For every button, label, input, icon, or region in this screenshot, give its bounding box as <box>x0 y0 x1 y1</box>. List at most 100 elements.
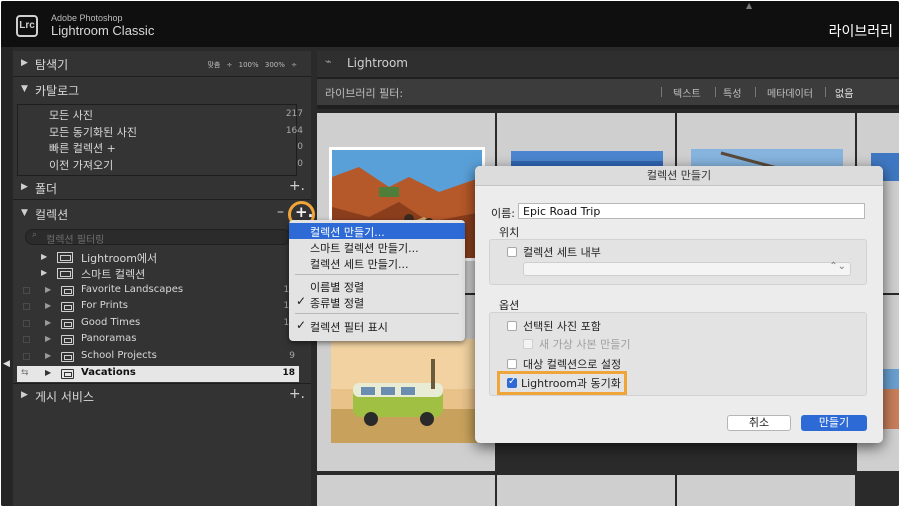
lrc-logo: Lrc <box>16 15 38 37</box>
expand-icon: ▶ <box>45 318 52 327</box>
collections-context-menu: 컬렉션 만들기... 스마트 컬렉션 만들기... 컬렉션 세트 만들기... … <box>289 220 465 341</box>
sync-checkbox[interactable] <box>23 320 30 327</box>
sync-checkbox[interactable] <box>23 287 30 294</box>
sync-checkbox[interactable] <box>23 353 30 360</box>
collection-icon <box>61 302 74 312</box>
collection-item[interactable]: ▶ For Prints 19 <box>17 299 299 315</box>
menu-item-create-collection[interactable]: 컬렉션 만들기... <box>289 223 465 239</box>
navigator-header[interactable]: ▶ 탐색기 맞춤 ÷ 100% 300% ÷ <box>13 53 311 75</box>
sync-checkbox[interactable] <box>23 336 30 343</box>
collection-group-smart[interactable]: ▶ 스마트 컬렉션 <box>41 266 281 282</box>
collection-icon <box>61 369 74 379</box>
collection-item-selected[interactable]: ⇆ ▶ Vacations 18 <box>17 366 299 382</box>
new-virtual-copies-label: 새 가상 사본 만들기 <box>539 338 631 351</box>
library-filter-label: 라이브러리 필터: <box>325 87 404 100</box>
collection-set-select[interactable]: ⌃⌄ <box>523 261 851 276</box>
catalog-item-all-synced[interactable]: 모든 동기화된 사진 164 <box>31 123 305 139</box>
catalog-item-previous-import[interactable]: 이전 가져오기 0 <box>31 156 305 172</box>
expand-icon: ▶ <box>45 351 52 360</box>
title-bar: Lrc Adobe Photoshop Lightroom Classic ▲ … <box>1 1 899 47</box>
catalog-item-quick-collection[interactable]: 빠른 컬렉션 + 0 <box>31 139 305 155</box>
menu-item-sort-by-name[interactable]: 이름별 정렬 <box>289 278 465 294</box>
collections-label: 컬렉션 <box>35 208 69 222</box>
catalog-item-all-photos[interactable]: 모든 사진 217 <box>31 106 305 122</box>
include-selected-checkbox[interactable] <box>507 321 517 331</box>
menu-item-create-smart-collection[interactable]: 스마트 컬렉션 만들기... <box>289 239 465 255</box>
create-button[interactable]: 만들기 <box>801 415 867 431</box>
divider <box>13 76 311 77</box>
divider <box>661 87 662 97</box>
menu-divider <box>295 274 459 275</box>
navigator-zoom-options[interactable]: 맞춤 ÷ 100% 300% ÷ <box>207 60 297 70</box>
collection-item[interactable]: ▶ Good Times 12 <box>17 316 299 332</box>
collection-item[interactable]: ▶ Panoramas 4 <box>17 332 299 348</box>
options-label: 옵션 <box>499 299 520 312</box>
collection-icon <box>61 319 74 329</box>
grid-cell[interactable] <box>317 475 495 506</box>
catalog-header[interactable]: ▼ 카탈로그 <box>13 79 311 101</box>
expand-icon: ▶ <box>41 252 48 261</box>
menu-divider <box>295 313 459 314</box>
source-tab-label[interactable]: Lightroom <box>347 56 408 70</box>
sync-with-lightroom-checkbox[interactable] <box>507 376 517 388</box>
left-edge-strip <box>1 47 13 506</box>
create-collection-dialog: 컬렉션 만들기 이름: 위치 컬렉션 세트 내부 ⌃⌄ 옵션 선택된 사진 포함… <box>475 166 883 443</box>
menu-item-create-collection-set[interactable]: 컬렉션 세트 만들기... <box>289 255 465 271</box>
collapse-icon: ▼ <box>21 84 28 94</box>
set-as-target-checkbox[interactable] <box>507 359 517 369</box>
collections-header[interactable]: ▼ 컬렉션 <box>13 203 311 225</box>
filter-tab-metadata[interactable]: 메타데이터 <box>767 85 813 100</box>
location-label: 위치 <box>499 226 520 239</box>
lightroom-cloud-icon: ⌁ <box>325 55 332 68</box>
divider <box>13 199 311 200</box>
menu-item-show-collection-filter[interactable]: ✓ 컬렉션 필터 표시 <box>289 318 465 334</box>
collapse-icon: ▼ <box>21 208 28 218</box>
set-as-target-label: 대상 컬렉션으로 설정 <box>523 358 622 371</box>
add-publish-service-icon[interactable]: +. <box>289 386 305 402</box>
add-folder-icon[interactable]: +. <box>289 178 305 194</box>
collapse-top-panel-icon[interactable]: ▲ <box>746 1 752 10</box>
grid-cell[interactable] <box>497 475 675 506</box>
collection-item[interactable]: ▶ Favorite Landscapes 18 <box>17 283 299 299</box>
inside-set-checkbox[interactable] <box>507 247 517 257</box>
collection-icon <box>61 352 74 362</box>
brand-line-1: Adobe Photoshop <box>51 13 123 23</box>
add-collection-icon[interactable]: +. <box>295 203 313 221</box>
expand-icon: ▶ <box>21 58 28 68</box>
divider <box>715 87 716 97</box>
chevron-updown-icon: ⌃⌄ <box>829 261 846 272</box>
collection-set-icon <box>57 268 73 279</box>
divider <box>13 383 311 384</box>
grid-cell[interactable] <box>677 475 855 506</box>
collection-icon <box>61 286 74 296</box>
filter-tab-attribute[interactable]: 특성 <box>723 85 741 100</box>
sync-checkbox[interactable] <box>23 303 30 310</box>
collection-icon <box>61 335 74 345</box>
collection-item[interactable]: ▶ School Projects 9 <box>17 349 299 365</box>
folders-header[interactable]: ▶ 폴더 +. <box>13 177 311 199</box>
menu-item-sort-by-kind[interactable]: ✓ 종류별 정렬 <box>289 294 465 310</box>
left-panel-toggle-icon[interactable]: ◀ <box>3 359 10 369</box>
checkmark-icon: ✓ <box>296 318 307 332</box>
collection-name-input[interactable] <box>518 203 865 219</box>
filter-tab-text[interactable]: 텍스트 <box>673 85 701 100</box>
publish-services-label: 게시 서비스 <box>35 390 95 404</box>
new-virtual-copies-checkbox[interactable] <box>523 339 533 349</box>
expand-icon: ▶ <box>21 390 28 400</box>
collection-group-from-lightroom[interactable]: ▶ Lightroom에서 <box>41 250 281 266</box>
expand-icon: ▶ <box>45 368 52 377</box>
collection-filter-input[interactable]: ⌕ 컬렉션 필터링 <box>25 229 291 246</box>
expand-icon: ▶ <box>41 268 48 277</box>
publish-services-header[interactable]: ▶ 게시 서비스 +. <box>13 385 311 407</box>
module-library[interactable]: 라이브러리 <box>829 21 893 41</box>
catalog-label: 카탈로그 <box>35 84 80 98</box>
cancel-button[interactable]: 취소 <box>727 415 791 431</box>
search-icon: ⌕ <box>32 230 38 240</box>
filter-tab-none[interactable]: 없음 <box>835 85 853 100</box>
expand-icon: ▶ <box>45 334 52 343</box>
dialog-title: 컬렉션 만들기 <box>475 166 883 186</box>
library-filter-bar: 라이브러리 필터: 텍스트 특성 메타데이터 없음 <box>317 79 899 105</box>
navigator-label: 탐색기 <box>35 58 69 72</box>
photo-thumbnail-van[interactable] <box>331 339 477 443</box>
remove-collection-icon[interactable]: – <box>277 204 284 220</box>
